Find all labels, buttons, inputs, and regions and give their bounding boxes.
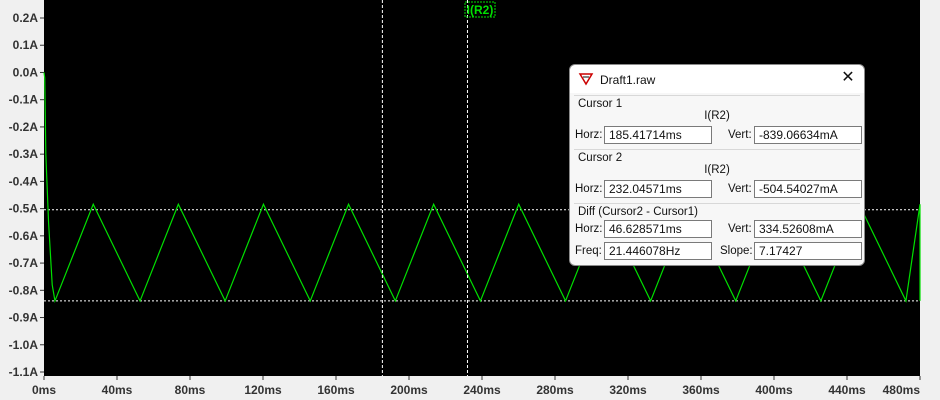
y-tick-label: -0.6A (9, 229, 39, 243)
close-icon[interactable]: ✕ (838, 68, 858, 88)
cursor2-vert-label: Vert: (728, 183, 752, 195)
trace-title[interactable]: I(R2) (467, 3, 494, 17)
y-tick-label: -0.5A (9, 202, 39, 216)
y-axis: 0.2A 0.1A 0.0A -0.1A -0.2A -0.3A -0.4A -0.5A -0.… (9, 11, 44, 379)
x-tick-label: 40ms (102, 383, 133, 397)
y-tick-label: 0.1A (13, 38, 39, 52)
cursor2-signal: I(R2) (704, 164, 730, 176)
y-tick-label: -1.0A (9, 338, 39, 352)
x-axis: 0ms 40ms 80ms 120ms 160ms 200ms 240ms 280ms 320m… (32, 376, 921, 397)
diff-horz-field[interactable]: 46.628571ms (604, 220, 712, 238)
y-tick-label: -0.8A (9, 283, 39, 297)
x-tick-label: 360ms (682, 383, 720, 397)
cursor2-title: Cursor 2 (578, 152, 623, 164)
x-tick-label: 240ms (463, 383, 501, 397)
x-tick-label: 400ms (755, 383, 793, 397)
x-tick-label: 120ms (244, 383, 282, 397)
x-tick-label: 200ms (390, 383, 428, 397)
cursor2-group: Cursor 2 I(R2) Horz: 232.04571ms Vert: -… (574, 149, 862, 202)
x-tick-label: 0ms (32, 383, 56, 397)
y-tick-label: -1.1A (9, 365, 39, 379)
dialog-title: Draft1.raw (600, 73, 656, 87)
cursor1-title: Cursor 1 (578, 98, 623, 110)
y-tick-label: -0.9A (9, 311, 39, 325)
cursor1-group: Cursor 1 I(R2) Horz: 185.41714ms Vert: -… (574, 95, 862, 148)
ltspice-icon (578, 73, 594, 86)
y-tick-label: -0.3A (9, 147, 39, 161)
y-tick-label: -0.2A (9, 120, 39, 134)
diff-horz-label: Horz: (575, 223, 603, 235)
diff-slope-label: Slope: (720, 245, 753, 257)
cursor1-horz-label: Horz: (575, 129, 603, 141)
trace-title-box[interactable]: I(R2) (464, 1, 496, 18)
cursor2-vert-field[interactable]: -504.54027mA (754, 180, 862, 198)
cursor1-horz-field[interactable]: 185.41714ms (604, 126, 712, 144)
cursor2-horz-label: Horz: (575, 183, 603, 195)
x-tick-label: 160ms (317, 383, 355, 397)
diff-vert-field[interactable]: 334.52608mA (754, 220, 862, 238)
diff-group: Diff (Cursor2 - Cursor1) Horz: 46.628571… (574, 203, 862, 262)
diff-freq-field[interactable]: 21.446078Hz (604, 242, 712, 260)
y-tick-label: 0.2A (13, 11, 39, 25)
cursor1-vert-label: Vert: (728, 129, 752, 141)
y-tick-label: 0.0A (13, 65, 39, 79)
cursor-dialog[interactable]: Draft1.raw ✕ Cursor 1 I(R2) Horz: 185.41… (569, 64, 865, 266)
diff-vert-label: Vert: (728, 223, 752, 235)
diff-title: Diff (Cursor2 - Cursor1) (578, 206, 698, 218)
y-tick-label: -0.4A (9, 174, 39, 188)
cursor2-horz-field[interactable]: 232.04571ms (604, 180, 712, 198)
x-tick-label: 440ms (828, 383, 866, 397)
diff-slope-field[interactable]: 7.17427 (754, 242, 862, 260)
y-tick-label: -0.7A (9, 256, 39, 270)
x-tick-label: 480ms (883, 383, 921, 397)
diff-freq-label: Freq: (575, 245, 602, 257)
dialog-titlebar[interactable]: Draft1.raw ✕ (570, 65, 864, 93)
x-tick-label: 80ms (175, 383, 206, 397)
x-tick-label: 280ms (536, 383, 574, 397)
cursor1-signal: I(R2) (704, 110, 730, 122)
cursor1-vert-field[interactable]: -839.06634mA (754, 126, 862, 144)
y-tick-label: -0.1A (9, 93, 39, 107)
x-tick-label: 320ms (609, 383, 647, 397)
